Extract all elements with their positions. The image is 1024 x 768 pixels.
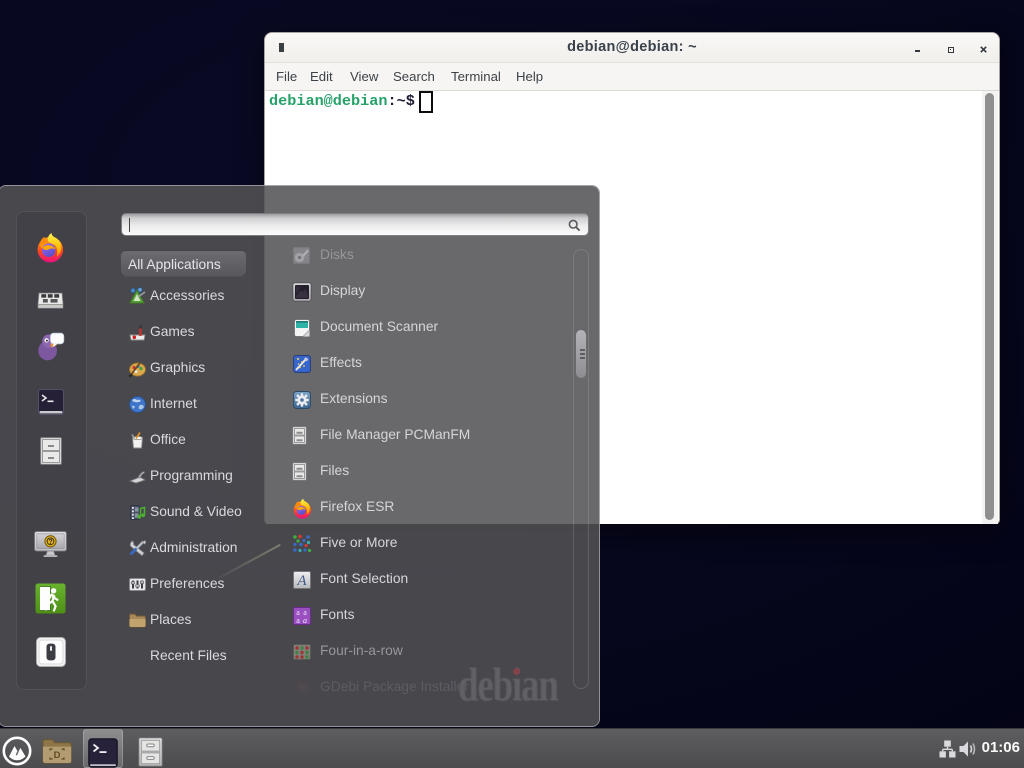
svg-text:D: D xyxy=(54,750,61,761)
svg-text:A: A xyxy=(296,573,307,589)
svg-text:a: a xyxy=(303,616,307,625)
svg-text:a: a xyxy=(296,616,300,625)
svg-text:?: ? xyxy=(48,539,52,546)
